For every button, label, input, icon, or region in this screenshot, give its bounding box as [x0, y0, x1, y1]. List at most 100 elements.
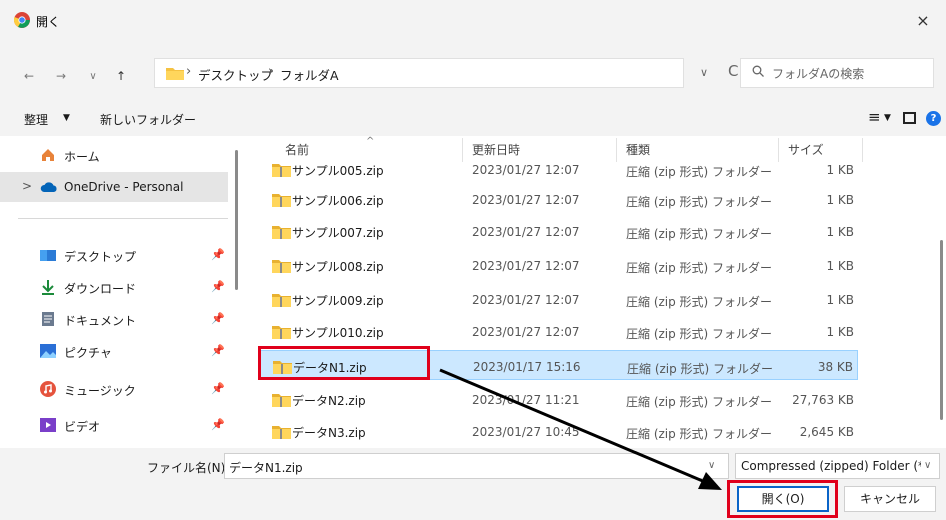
address-dropdown-button[interactable]: ∨ — [700, 66, 708, 79]
pin-icon: 📌 — [211, 280, 225, 293]
nav-label: デスクトップ — [64, 250, 137, 264]
desktop-icon — [40, 247, 56, 263]
divider — [18, 218, 228, 219]
forward-button[interactable]: → — [50, 66, 72, 86]
nav-item-documents[interactable]: ドキュメント 📌 — [0, 304, 232, 334]
sort-ascending-icon: ^ — [366, 136, 375, 147]
zip-folder-icon — [272, 193, 292, 207]
file-date: 2023/01/27 12:07 — [472, 163, 580, 177]
zip-folder-icon — [272, 293, 292, 307]
file-name: サンプル006.zip — [292, 194, 384, 208]
filename-label: ファイル名(N): — [147, 461, 230, 475]
folder-icon — [166, 67, 184, 80]
cancel-button[interactable]: キャンセル — [844, 486, 936, 512]
file-type: 圧縮 (zip 形式) フォルダー — [627, 362, 774, 376]
help-button[interactable]: ? — [926, 111, 941, 126]
chrome-icon — [13, 12, 30, 28]
file-row[interactable]: サンプル007.zip 2023/01/27 12:07 圧縮 (zip 形式) フ… — [258, 216, 858, 246]
file-size: 1 KB — [826, 293, 854, 307]
breadcrumb-desktop[interactable]: デスクトップ — [198, 65, 273, 84]
nav-item-home[interactable]: ホーム — [0, 140, 232, 170]
download-icon — [40, 279, 56, 295]
file-size: 38 KB — [817, 360, 853, 374]
document-icon — [40, 311, 56, 327]
file-row[interactable]: サンプル009.zip 2023/01/27 12:07 圧縮 (zip 形式) フ… — [258, 284, 858, 314]
file-type: 圧縮 (zip 形式) フォルダー — [626, 261, 773, 275]
nav-item-music[interactable]: ミュージック 📌 — [0, 374, 232, 404]
title-bar — [0, 0, 946, 40]
video-icon — [40, 417, 56, 433]
search-placeholder: フォルダAの検索 — [772, 67, 865, 81]
up-button[interactable]: ↑ — [110, 66, 132, 86]
close-button[interactable]: × — [900, 0, 946, 40]
file-date: 2023/01/27 12:07 — [472, 193, 580, 207]
nav-label: ピクチャ — [64, 346, 112, 360]
home-icon — [40, 147, 56, 163]
zip-folder-icon — [272, 425, 292, 439]
file-type: 圧縮 (zip 形式) フォルダー — [626, 227, 773, 241]
nav-item-onedrive[interactable]: > OneDrive - Personal — [0, 172, 228, 202]
breadcrumb-separator: › — [186, 64, 192, 79]
file-size: 1 KB — [826, 193, 854, 207]
file-name: サンプル008.zip — [292, 260, 384, 274]
pin-icon: 📌 — [211, 344, 225, 357]
nav-label: ビデオ — [64, 420, 101, 434]
file-type: 圧縮 (zip 形式) フォルダー — [626, 165, 773, 179]
file-type-value: Compressed (zipped) Folder (*.z — [741, 459, 921, 473]
cloud-icon — [40, 179, 57, 195]
new-folder-button[interactable]: 新しいフォルダー — [100, 111, 196, 128]
music-icon — [40, 381, 56, 397]
pin-icon: 📌 — [211, 312, 225, 325]
highlight-open-button — [727, 480, 838, 518]
file-name: データN2.zip — [292, 394, 366, 408]
file-row[interactable]: サンプル010.zip 2023/01/27 12:07 圧縮 (zip 形式) フ… — [258, 316, 858, 346]
file-row[interactable]: サンプル005.zip 2023/01/27 12:07 圧縮 (zip 形式) フ… — [258, 154, 858, 184]
zip-folder-icon — [272, 163, 292, 177]
breadcrumb-folder-a[interactable]: フォルダA — [280, 65, 339, 84]
nav-item-videos[interactable]: ビデオ 📌 — [0, 410, 232, 440]
column-divider[interactable] — [862, 138, 863, 162]
file-date: 2023/01/27 12:07 — [472, 225, 580, 239]
file-type: 圧縮 (zip 形式) フォルダー — [626, 427, 773, 441]
view-menu-button[interactable]: ≡ — [868, 108, 881, 126]
file-size: 1 KB — [826, 259, 854, 273]
file-type: 圧縮 (zip 形式) フォルダー — [626, 327, 773, 341]
file-name: サンプル007.zip — [292, 226, 384, 240]
file-name: サンプル009.zip — [292, 294, 384, 308]
file-row[interactable]: サンプル008.zip 2023/01/27 12:07 圧縮 (zip 形式) フ… — [258, 250, 858, 280]
organize-menu[interactable]: 整理 — [24, 111, 48, 128]
chevron-right-icon[interactable]: > — [22, 179, 32, 193]
filename-value: データN1.zip — [229, 461, 303, 475]
preview-pane-button[interactable] — [903, 112, 916, 124]
refresh-button[interactable]: C — [728, 62, 738, 80]
nav-item-pictures[interactable]: ピクチャ 📌 — [0, 336, 232, 366]
nav-label: ドキュメント — [64, 314, 137, 328]
file-row[interactable]: データN2.zip 2023/01/27 11:21 圧縮 (zip 形式) フォル… — [258, 384, 858, 414]
file-type: 圧縮 (zip 形式) フォルダー — [626, 395, 773, 409]
pin-icon: 📌 — [211, 382, 225, 395]
nav-scrollbar[interactable] — [235, 150, 238, 290]
file-name: サンプル010.zip — [292, 326, 384, 340]
search-icon — [752, 65, 764, 81]
chevron-down-icon: ∨ — [924, 460, 932, 471]
file-type: 圧縮 (zip 形式) フォルダー — [626, 195, 773, 209]
nav-item-downloads[interactable]: ダウンロード 📌 — [0, 272, 232, 302]
file-row[interactable]: データN3.zip 2023/01/27 10:45 圧縮 (zip 形式) フォル… — [258, 416, 858, 446]
zip-folder-icon — [272, 325, 292, 339]
file-date: 2023/01/17 15:16 — [473, 360, 581, 374]
highlight-selected-file — [258, 346, 430, 380]
pin-icon: 📌 — [211, 248, 225, 261]
file-date: 2023/01/27 12:07 — [472, 325, 580, 339]
file-size: 27,763 KB — [792, 393, 854, 407]
zip-folder-icon — [272, 225, 292, 239]
file-row[interactable]: サンプル006.zip 2023/01/27 12:07 圧縮 (zip 形式) フ… — [258, 184, 858, 214]
nav-item-desktop[interactable]: デスクトップ 📌 — [0, 240, 232, 270]
chevron-down-icon: ▼ — [884, 113, 891, 123]
file-list-scrollbar[interactable] — [940, 240, 943, 420]
filename-dropdown-button[interactable]: ∨ — [708, 460, 715, 471]
file-size: 1 KB — [826, 163, 854, 177]
back-button[interactable]: ← — [18, 66, 40, 86]
file-date: 2023/01/27 12:07 — [472, 293, 580, 307]
file-name: データN3.zip — [292, 426, 366, 440]
recent-locations-button[interactable]: ∨ — [82, 66, 104, 86]
